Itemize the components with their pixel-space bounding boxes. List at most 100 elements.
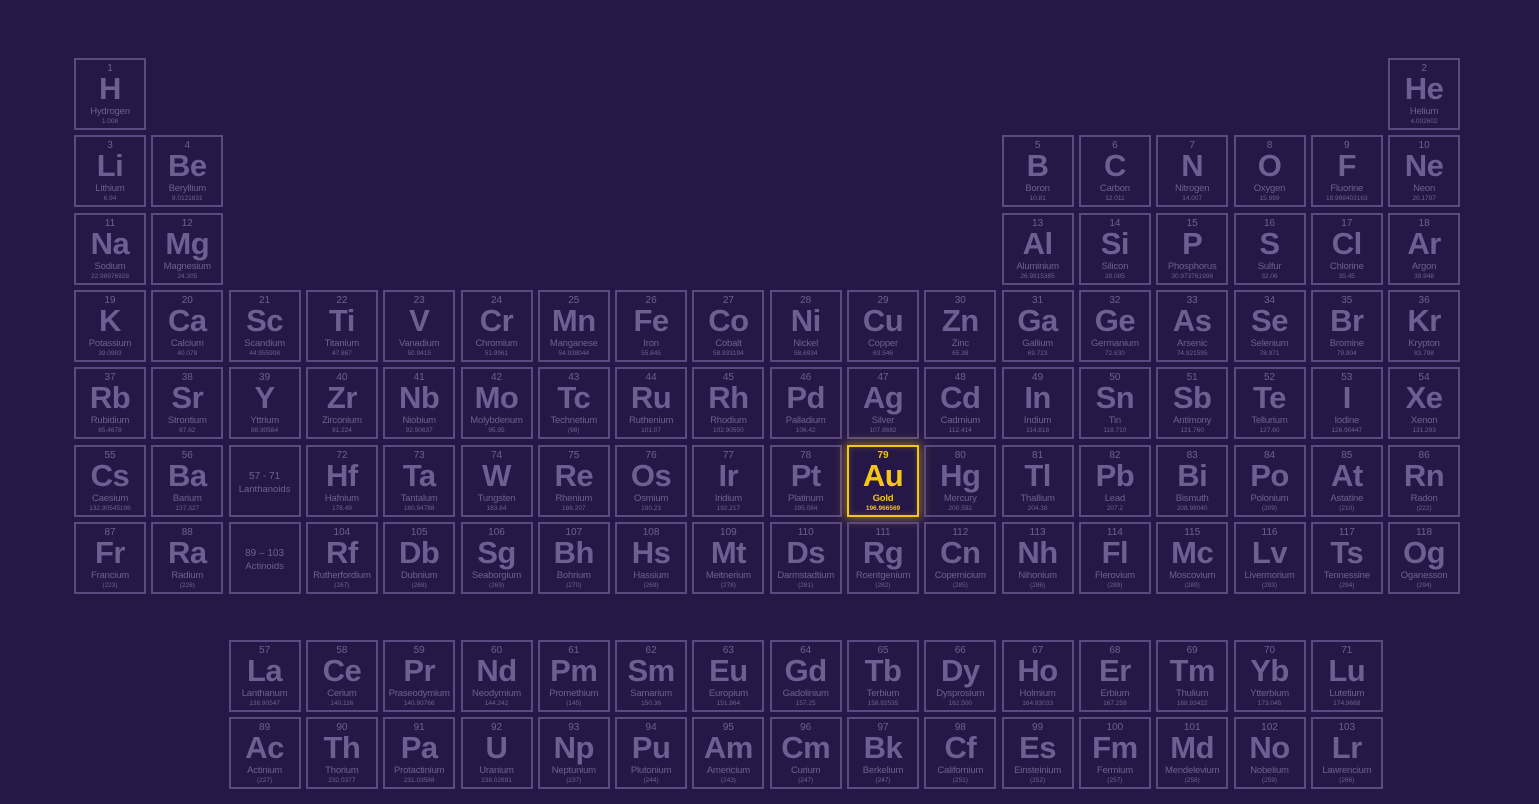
element-cell-tl[interactable]: 81 Tl Thallium 204.38 — [1001, 444, 1074, 517]
element-cell-mt[interactable]: 109 Mt Meitnerium (278) — [692, 521, 765, 594]
element-cell-fl[interactable]: 114 Fl Flerovium (289) — [1078, 521, 1151, 594]
element-cell-ga[interactable]: 31 Ga Gallium 69.723 — [1001, 289, 1074, 362]
element-cell-pa[interactable]: 91 Pa Protactinium 231.03588 — [383, 717, 456, 789]
element-cell-fr[interactable]: 87 Fr Francium (223) — [74, 521, 146, 594]
element-cell-ru[interactable]: 44 Ru Ruthenium 101.07 — [615, 367, 688, 440]
element-cell-ir[interactable]: 77 Ir Iridium 192.217 — [692, 444, 765, 517]
element-cell-zr[interactable]: 40 Zr Zirconium 91.224 — [305, 367, 378, 440]
element-cell-pr[interactable]: 59 Pr Praseodymium 140.90766 — [383, 640, 456, 712]
element-cell-hg[interactable]: 80 Hg Mercury 200.592 — [924, 444, 997, 517]
element-cell-he[interactable]: 2 He Helium 4.002602 — [1388, 58, 1461, 130]
element-cell-te[interactable]: 52 Te Tellurium 127.60 — [1233, 367, 1306, 440]
element-cell-lv[interactable]: 116 Lv Livermorium (293) — [1233, 521, 1306, 594]
element-cell-fm[interactable]: 100 Fm Fermium (257) — [1078, 717, 1151, 789]
element-cell-rh[interactable]: 45 Rh Rhodium 102.90550 — [692, 367, 765, 440]
element-cell-cf[interactable]: 98 Cf Californium (251) — [924, 717, 997, 789]
element-cell-c[interactable]: 6 C Carbon 12.011 — [1078, 135, 1151, 208]
element-cell-h[interactable]: 1 H Hydrogen 1.008 — [74, 58, 146, 130]
element-cell-yb[interactable]: 70 Yb Ytterbium 173.045 — [1233, 640, 1306, 712]
element-cell-al[interactable]: 13 Al Aluminium 26.9815385 — [1001, 212, 1074, 285]
element-cell-nh[interactable]: 113 Nh Nihonium (286) — [1001, 521, 1074, 594]
element-cell-re[interactable]: 75 Re Rhenium 186.207 — [537, 444, 610, 517]
element-cell-y[interactable]: 39 Y Yttrium 88.90584 — [228, 367, 301, 440]
element-cell-nd[interactable]: 60 Nd Neodymium 144.242 — [460, 640, 533, 712]
element-cell-u[interactable]: 92 U Uranium 238.02891 — [460, 717, 533, 789]
element-cell-bi[interactable]: 83 Bi Bismuth 208.98040 — [1156, 444, 1229, 517]
element-cell-ne[interactable]: 10 Ne Neon 20.1797 — [1388, 135, 1461, 208]
element-cell-be[interactable]: 4 Be Beryllium 9.0121831 — [151, 135, 224, 208]
element-cell-hs[interactable]: 108 Hs Hassium (269) — [615, 521, 688, 594]
element-cell-b[interactable]: 5 B Boron 10.81 — [1001, 135, 1074, 208]
element-cell-mn[interactable]: 25 Mn Manganese 54.938044 — [537, 289, 610, 362]
element-cell-cm[interactable]: 96 Cm Curium (247) — [769, 717, 842, 789]
element-cell-pm[interactable]: 61 Pm Promethium (145) — [537, 640, 610, 712]
element-cell-ag[interactable]: 47 Ag Silver 107.8682 — [847, 367, 919, 440]
element-cell-ce[interactable]: 58 Ce Cerium 140.116 — [305, 640, 378, 712]
element-cell-sc[interactable]: 21 Sc Scandium 44.955908 — [228, 289, 301, 362]
element-cell-mc[interactable]: 115 Mc Moscovium (289) — [1156, 521, 1229, 594]
element-cell-ba[interactable]: 56 Ba Barium 137.327 — [151, 444, 224, 517]
element-cell-rf[interactable]: 104 Rf Rutherfordium (267) — [305, 521, 378, 594]
element-cell-cl[interactable]: 17 Cl Chlorine 35.45 — [1310, 212, 1383, 285]
element-cell-tc[interactable]: 43 Tc Technetium (98) — [537, 367, 610, 440]
element-cell-li[interactable]: 3 Li Lithium 6.94 — [74, 135, 146, 208]
element-cell-ds[interactable]: 110 Ds Darmstadtium (281) — [769, 521, 842, 594]
element-cell-no[interactable]: 102 No Nobelium (259) — [1233, 717, 1306, 789]
element-cell-sm[interactable]: 62 Sm Samarium 150.36 — [615, 640, 688, 712]
element-cell-hf[interactable]: 72 Hf Hafnium 178.49 — [305, 444, 378, 517]
element-cell-at[interactable]: 85 At Astatine (210) — [1310, 444, 1383, 517]
element-cell-in[interactable]: 49 In Indium 114.818 — [1001, 367, 1074, 440]
element-cell-sr[interactable]: 38 Sr Strontium 87.62 — [151, 367, 224, 440]
element-cell-p[interactable]: 15 P Phosphorus 30.973761998 — [1156, 212, 1229, 285]
element-cell-n[interactable]: 7 N Nitrogen 14.007 — [1156, 135, 1229, 208]
element-cell-pb[interactable]: 82 Pb Lead 207.2 — [1078, 444, 1151, 517]
element-cell-es[interactable]: 99 Es Einsteinium (252) — [1001, 717, 1074, 789]
element-cell-ho[interactable]: 67 Ho Holmium 164.93033 — [1001, 640, 1074, 712]
element-cell-ca[interactable]: 20 Ca Calcium 40.078 — [151, 289, 224, 362]
element-cell-au[interactable]: 79 Au Gold 196.966569 — [847, 444, 919, 517]
element-cell-eu[interactable]: 63 Eu Europium 151.964 — [692, 640, 765, 712]
element-cell-db[interactable]: 105 Db Dubnium (268) — [383, 521, 456, 594]
element-cell-er[interactable]: 68 Er Erbium 167.259 — [1078, 640, 1151, 712]
element-cell-as[interactable]: 33 As Arsenic 74.921595 — [1156, 289, 1229, 362]
element-cell-pu[interactable]: 94 Pu Plutonium (244) — [615, 717, 688, 789]
element-cell-nb[interactable]: 41 Nb Niobium 92.90637 — [383, 367, 456, 440]
element-cell-ts[interactable]: 117 Ts Tennessine (294) — [1310, 521, 1383, 594]
element-cell-f[interactable]: 9 F Fluorine 18.998403163 — [1310, 135, 1383, 208]
element-cell-kr[interactable]: 36 Kr Krypton 83.798 — [1388, 289, 1461, 362]
element-cell-rb[interactable]: 37 Rb Rubidium 85.4678 — [74, 367, 146, 440]
element-cell-na[interactable]: 11 Na Sodium 22.98976928 — [74, 212, 146, 285]
element-cell-dy[interactable]: 66 Dy Dysprosium 162.500 — [924, 640, 997, 712]
lanthanoids-placeholder[interactable]: 57 - 71 Lanthanoids — [228, 444, 301, 517]
element-cell-rn[interactable]: 86 Rn Radon (222) — [1388, 444, 1461, 517]
element-cell-v[interactable]: 23 V Vanadium 50.9415 — [383, 289, 456, 362]
element-cell-ta[interactable]: 73 Ta Tantalum 180.94788 — [383, 444, 456, 517]
element-cell-k[interactable]: 19 K Potassium 39.0983 — [74, 289, 146, 362]
element-cell-ge[interactable]: 32 Ge Germanium 72.630 — [1078, 289, 1151, 362]
element-cell-s[interactable]: 16 S Sulfur 32.06 — [1233, 212, 1306, 285]
element-cell-tb[interactable]: 65 Tb Terbium 158.92535 — [847, 640, 919, 712]
element-cell-md[interactable]: 101 Md Mendelevium (258) — [1156, 717, 1229, 789]
element-cell-ra[interactable]: 88 Ra Radium (226) — [151, 521, 224, 594]
element-cell-fe[interactable]: 26 Fe Iron 55.845 — [615, 289, 688, 362]
element-cell-cr[interactable]: 24 Cr Chromium 51.9961 — [460, 289, 533, 362]
element-cell-np[interactable]: 93 Np Neptunium (237) — [537, 717, 610, 789]
element-cell-am[interactable]: 95 Am Americium (243) — [692, 717, 765, 789]
element-cell-tm[interactable]: 69 Tm Thulium 168.93422 — [1156, 640, 1229, 712]
element-cell-th[interactable]: 90 Th Thorium 232.0377 — [305, 717, 378, 789]
element-cell-la[interactable]: 57 La Lanthanum 138.90547 — [228, 640, 301, 712]
element-cell-cs[interactable]: 55 Cs Caesium 132.90545196 — [74, 444, 146, 517]
element-cell-sn[interactable]: 50 Sn Tin 118.710 — [1078, 367, 1151, 440]
element-cell-bh[interactable]: 107 Bh Bohrium (270) — [537, 521, 610, 594]
element-cell-xe[interactable]: 54 Xe Xenon 131.293 — [1388, 367, 1461, 440]
element-cell-og[interactable]: 118 Og Oganesson (294) — [1388, 521, 1461, 594]
element-cell-cn[interactable]: 112 Cn Copernicium (285) — [924, 521, 997, 594]
element-cell-br[interactable]: 35 Br Bromine 79.904 — [1310, 289, 1383, 362]
element-cell-bk[interactable]: 97 Bk Berkelium (247) — [847, 717, 919, 789]
element-cell-ni[interactable]: 28 Ni Nickel 58.6934 — [769, 289, 842, 362]
element-cell-cd[interactable]: 48 Cd Cadmium 112.414 — [924, 367, 997, 440]
element-cell-pd[interactable]: 46 Pd Palladium 106.42 — [769, 367, 842, 440]
element-cell-cu[interactable]: 29 Cu Copper 63.546 — [847, 289, 919, 362]
element-cell-ti[interactable]: 22 Ti Titanium 47.867 — [305, 289, 378, 362]
element-cell-ar[interactable]: 18 Ar Argon 39.948 — [1388, 212, 1461, 285]
